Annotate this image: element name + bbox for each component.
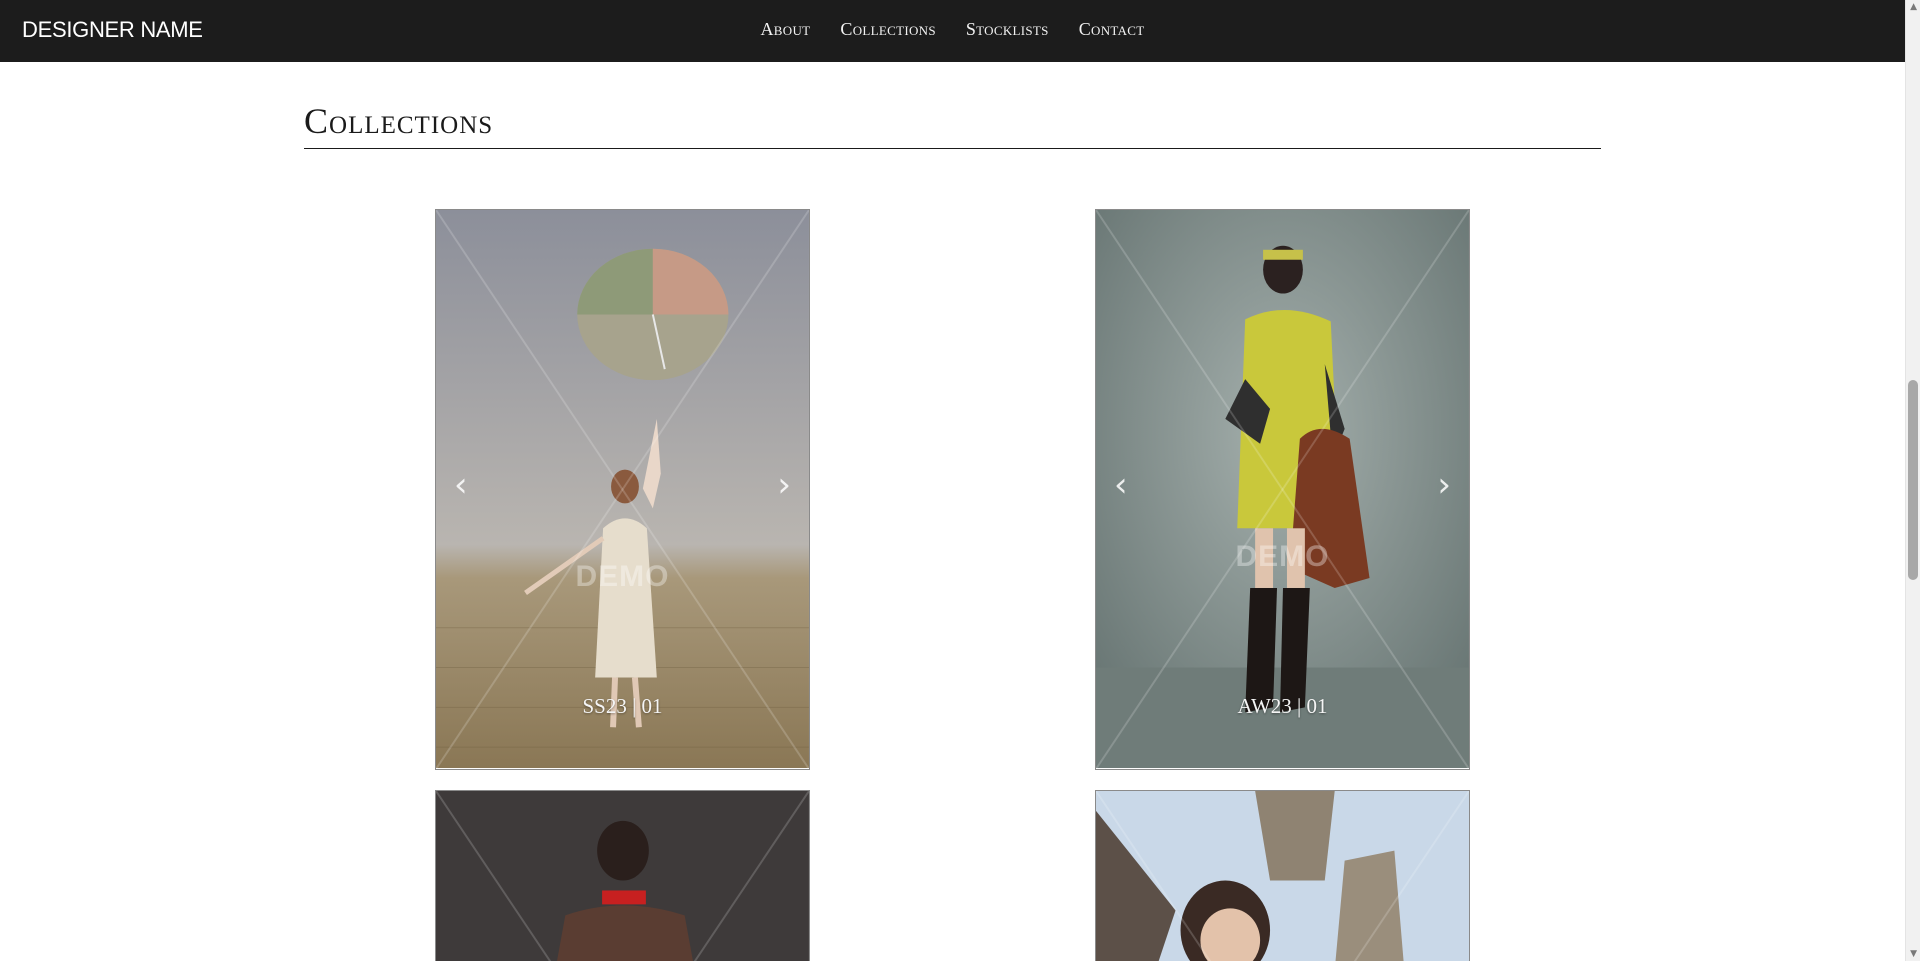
scroll-up-icon[interactable]: ▲ [1910, 2, 1917, 12]
vertical-scrollbar[interactable]: ▲ ▼ [1905, 0, 1920, 961]
collection-card-4[interactable] [1095, 790, 1470, 961]
chevron-left-icon[interactable]: ‹ [1114, 468, 1128, 502]
demo-watermark: DEMO [575, 560, 670, 593]
nav-link-collections[interactable]: Collections [840, 19, 935, 40]
nav-link-stocklists[interactable]: Stocklists [966, 19, 1049, 40]
placeholder-cross-overlay [436, 210, 809, 769]
collection-card-ss23[interactable]: DEMO ‹ › SS23 | 01 [435, 209, 810, 770]
chevron-right-icon[interactable]: › [1437, 468, 1451, 502]
chevron-right-icon[interactable]: › [777, 468, 791, 502]
scroll-down-icon[interactable]: ▼ [1910, 949, 1917, 959]
collection-card-3[interactable] [435, 790, 810, 961]
chevron-left-icon[interactable]: ‹ [454, 468, 468, 502]
placeholder-cross-overlay [1096, 210, 1469, 769]
collection-card-aw23[interactable]: DEMO ‹ › AW23 | 01 [1095, 209, 1470, 770]
page-heading: Collections [304, 100, 1601, 149]
nav-link-about[interactable]: About [761, 19, 811, 40]
top-navigation-bar: DESIGNER NAME About Collections Stocklis… [0, 0, 1905, 62]
main-content: Collections DEMO ‹ › SS23 | 01 DEMO ‹ › … [0, 62, 1905, 961]
nav-link-contact[interactable]: Contact [1079, 19, 1145, 40]
collection-caption: AW23 | 01 [1237, 694, 1328, 718]
main-nav: About Collections Stocklists Contact [0, 19, 1905, 40]
demo-watermark: DEMO [1235, 540, 1330, 573]
placeholder-cross-overlay [436, 791, 809, 961]
page-title: Collections [304, 101, 494, 141]
scrollbar-thumb[interactable] [1908, 380, 1918, 580]
placeholder-cross-overlay [1096, 791, 1469, 961]
collection-caption: SS23 | 01 [582, 694, 663, 718]
